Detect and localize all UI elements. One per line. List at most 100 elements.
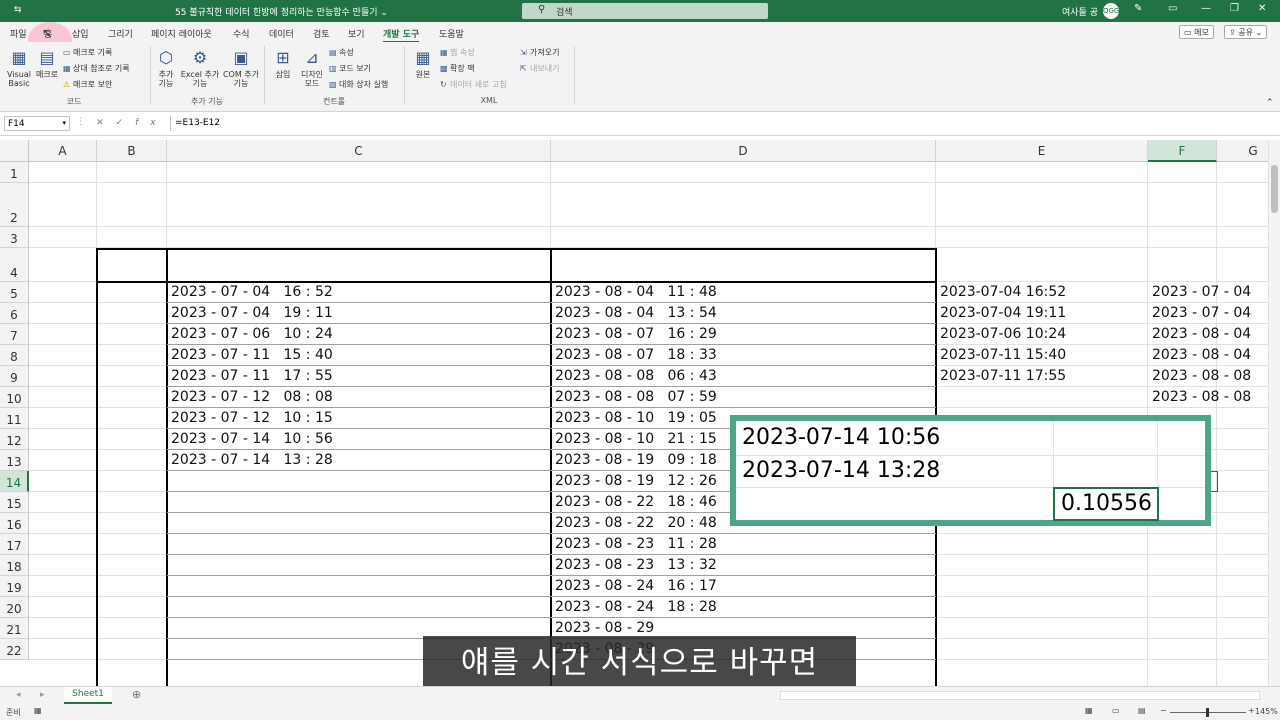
col-e-cell[interactable]: 2023-07-06 10:24 [940,324,1066,344]
row-header-22[interactable]: 22 [0,639,29,660]
august-date-cell[interactable]: 2023 - 08 - 08 07 : 59 [555,387,717,407]
next-sheet-icon[interactable]: ▸ [40,690,45,700]
august-date-cell[interactable]: 2023 - 08 - 04 11 : 48 [555,282,717,302]
com-addins-button[interactable]: ▣ COM 추가 기능 [222,48,260,88]
formula-input[interactable]: =E13-E12 [170,116,1270,131]
august-date-cell[interactable]: 2023 - 08 - 24 16 : 17 [555,576,717,596]
name-box[interactable]: F14 ▾ [4,116,70,131]
tab-developer[interactable]: 개발 도구 [383,27,420,43]
ribbon-display-icon[interactable]: ▭ [1168,3,1177,14]
row-header-6[interactable]: 6 [0,303,29,324]
row-header-21[interactable]: 21 [0,618,29,639]
page-break-view-icon[interactable]: ▤ [1138,706,1146,715]
properties-button[interactable]: ▤ 속성 [329,47,354,58]
export-button[interactable]: ⇱ 내보내기 [520,63,559,74]
col-f-cell[interactable]: 2023 - 08 - 04 [1152,324,1251,344]
august-date-cell[interactable]: 2023 - 08 - 23 13 : 32 [555,555,717,575]
vertical-scrollbar[interactable] [1268,140,1280,686]
column-header-f[interactable]: F [1148,140,1217,162]
row-header-4[interactable]: 4 [0,248,29,282]
row-header-9[interactable]: 9 [0,366,29,387]
august-date-cell[interactable]: 2023 - 08 - 04 13 : 54 [555,303,717,323]
map-properties-button[interactable]: ▦ 맵 속성 [440,47,475,58]
refresh-data-button[interactable]: ↻ 데이터 새로 고침 [440,79,507,90]
tab-insert[interactable]: 삽입 [72,27,89,40]
july-date-cell[interactable]: 2023 - 07 - 04 16 : 52 [171,282,333,302]
zoom-out-icon[interactable]: − [1160,706,1167,715]
august-date-cell[interactable]: 2023 - 08 - 29 [555,618,668,638]
visual-basic-button[interactable]: ▦ Visual Basic [4,48,34,88]
column-header-b[interactable]: B [97,140,167,162]
accessibility-icon[interactable]: ▦ [34,706,42,715]
column-header-a[interactable]: A [29,140,97,162]
row-header-12[interactable]: 12 [0,429,29,450]
xml-source-button[interactable]: ▦ 원본 [410,48,436,79]
july-date-cell[interactable]: 2023 - 07 - 14 10 : 56 [171,429,333,449]
col-e-cell[interactable]: 2023-07-04 16:52 [940,282,1066,302]
row-header-13[interactable]: 13 [0,450,29,471]
close-icon[interactable]: ✕ [1258,3,1266,14]
insert-control-button[interactable]: ⊞ 삽입 [270,48,296,79]
july-date-cell[interactable]: 2023 - 07 - 04 19 : 11 [171,303,333,323]
scroll-thumb[interactable] [1271,165,1278,213]
restore-icon[interactable]: ❐ [1230,3,1239,14]
august-date-cell[interactable]: 2023 - 08 - 08 06 : 43 [555,366,717,386]
tab-page-layout[interactable]: 페이지 레이아웃 [151,27,212,40]
formula-icons[interactable]: ✕✓fx [96,118,168,128]
row-header-10[interactable]: 10 [0,387,29,408]
zoom-slider-thumb[interactable] [1206,708,1209,717]
view-code-button[interactable]: ▥ 코드 보기 [329,63,371,74]
col-e-cell[interactable]: 2023-07-11 17:55 [940,366,1066,386]
col-f-cell[interactable]: 2023 - 07 - 04 [1152,303,1251,323]
col-f-cell[interactable]: 2023 - 08 - 08 [1152,387,1251,407]
row-header-7[interactable]: 7 [0,324,29,345]
august-date-cell[interactable]: 2023 - 08 - 22 18 : 46 [555,492,717,512]
prev-sheet-icon[interactable]: ◂ [16,690,21,700]
tab-formulas[interactable]: 수식 [233,27,250,40]
row-header-14[interactable]: 14 [0,471,29,492]
july-date-cell[interactable]: 2023 - 07 - 14 13 : 28 [171,450,333,470]
august-date-cell[interactable]: 2023 - 08 - 24 18 : 28 [555,597,717,617]
august-date-cell[interactable]: 2023 - 08 - 07 18 : 33 [555,345,717,365]
page-layout-view-icon[interactable]: ▭ [1112,706,1120,715]
relative-ref-button[interactable]: ▦ 상대 참조로 기록 [63,63,130,74]
window-title[interactable]: 55 불규칙한 데이터 한방에 정리하는 만능함수 만들기 ⌄ [175,5,415,18]
record-macro-button[interactable]: ▭ 매크로 기록 [63,47,112,58]
inset-selected-value[interactable]: 0.10556 [1053,487,1159,521]
row-header-8[interactable]: 8 [0,345,29,366]
tab-review[interactable]: 검토 [313,27,330,40]
share-button[interactable]: ⇪ 공유 ⌄ [1224,25,1268,39]
column-header-d[interactable]: D [551,140,936,162]
august-date-cell[interactable]: 2023 - 08 - 19 12 : 26 [555,471,717,491]
macro-security-button[interactable]: ⚠ 매크로 보안 [63,79,112,90]
july-date-cell[interactable]: 2023 - 07 - 12 10 : 15 [171,408,333,428]
col-f-cell[interactable]: 2023 - 08 - 04 [1152,345,1251,365]
addins-button[interactable]: ⬡ 추가 기능 [154,48,178,88]
august-date-cell[interactable]: 2023 - 08 - 10 19 : 05 [555,408,717,428]
row-header-11[interactable]: 11 [0,408,29,429]
row-header-17[interactable]: 17 [0,534,29,555]
tab-file[interactable]: 파일 [10,27,27,40]
excel-addins-button[interactable]: ⚙ Excel 추가 기능 [180,48,220,88]
tab-view[interactable]: 보기 [348,27,365,40]
col-e-cell[interactable]: 2023-07-04 19:11 [940,303,1066,323]
row-header-20[interactable]: 20 [0,597,29,618]
tab-help[interactable]: 도움말 [439,27,464,40]
horizontal-scrollbar[interactable] [780,691,1260,700]
row-header-1[interactable]: 1 [0,162,29,183]
col-e-cell[interactable]: 2023-07-11 15:40 [940,345,1066,365]
expansion-pack-button[interactable]: ▩ 확장 팩 [440,63,475,74]
search-box[interactable]: ⚲ 검색 [522,3,768,19]
august-date-cell[interactable]: 2023 - 08 - 22 20 : 48 [555,513,717,533]
run-dialog-button[interactable]: ▧ 대화 상자 실행 [329,79,388,90]
col-f-cell[interactable]: 2023 - 07 - 04 [1152,282,1251,302]
july-date-cell[interactable]: 2023 - 07 - 11 17 : 55 [171,366,333,386]
normal-view-icon[interactable]: ▦ [1085,706,1093,715]
row-header-18[interactable]: 18 [0,555,29,576]
minimize-icon[interactable]: — [1201,3,1211,14]
quick-access-icon[interactable]: ⇆ [14,5,22,15]
row-header-19[interactable]: 19 [0,576,29,597]
tab-draw[interactable]: 그리기 [108,27,133,40]
macros-button[interactable]: ▤ 매크로 [34,48,60,79]
july-date-cell[interactable]: 2023 - 07 - 06 10 : 24 [171,324,333,344]
